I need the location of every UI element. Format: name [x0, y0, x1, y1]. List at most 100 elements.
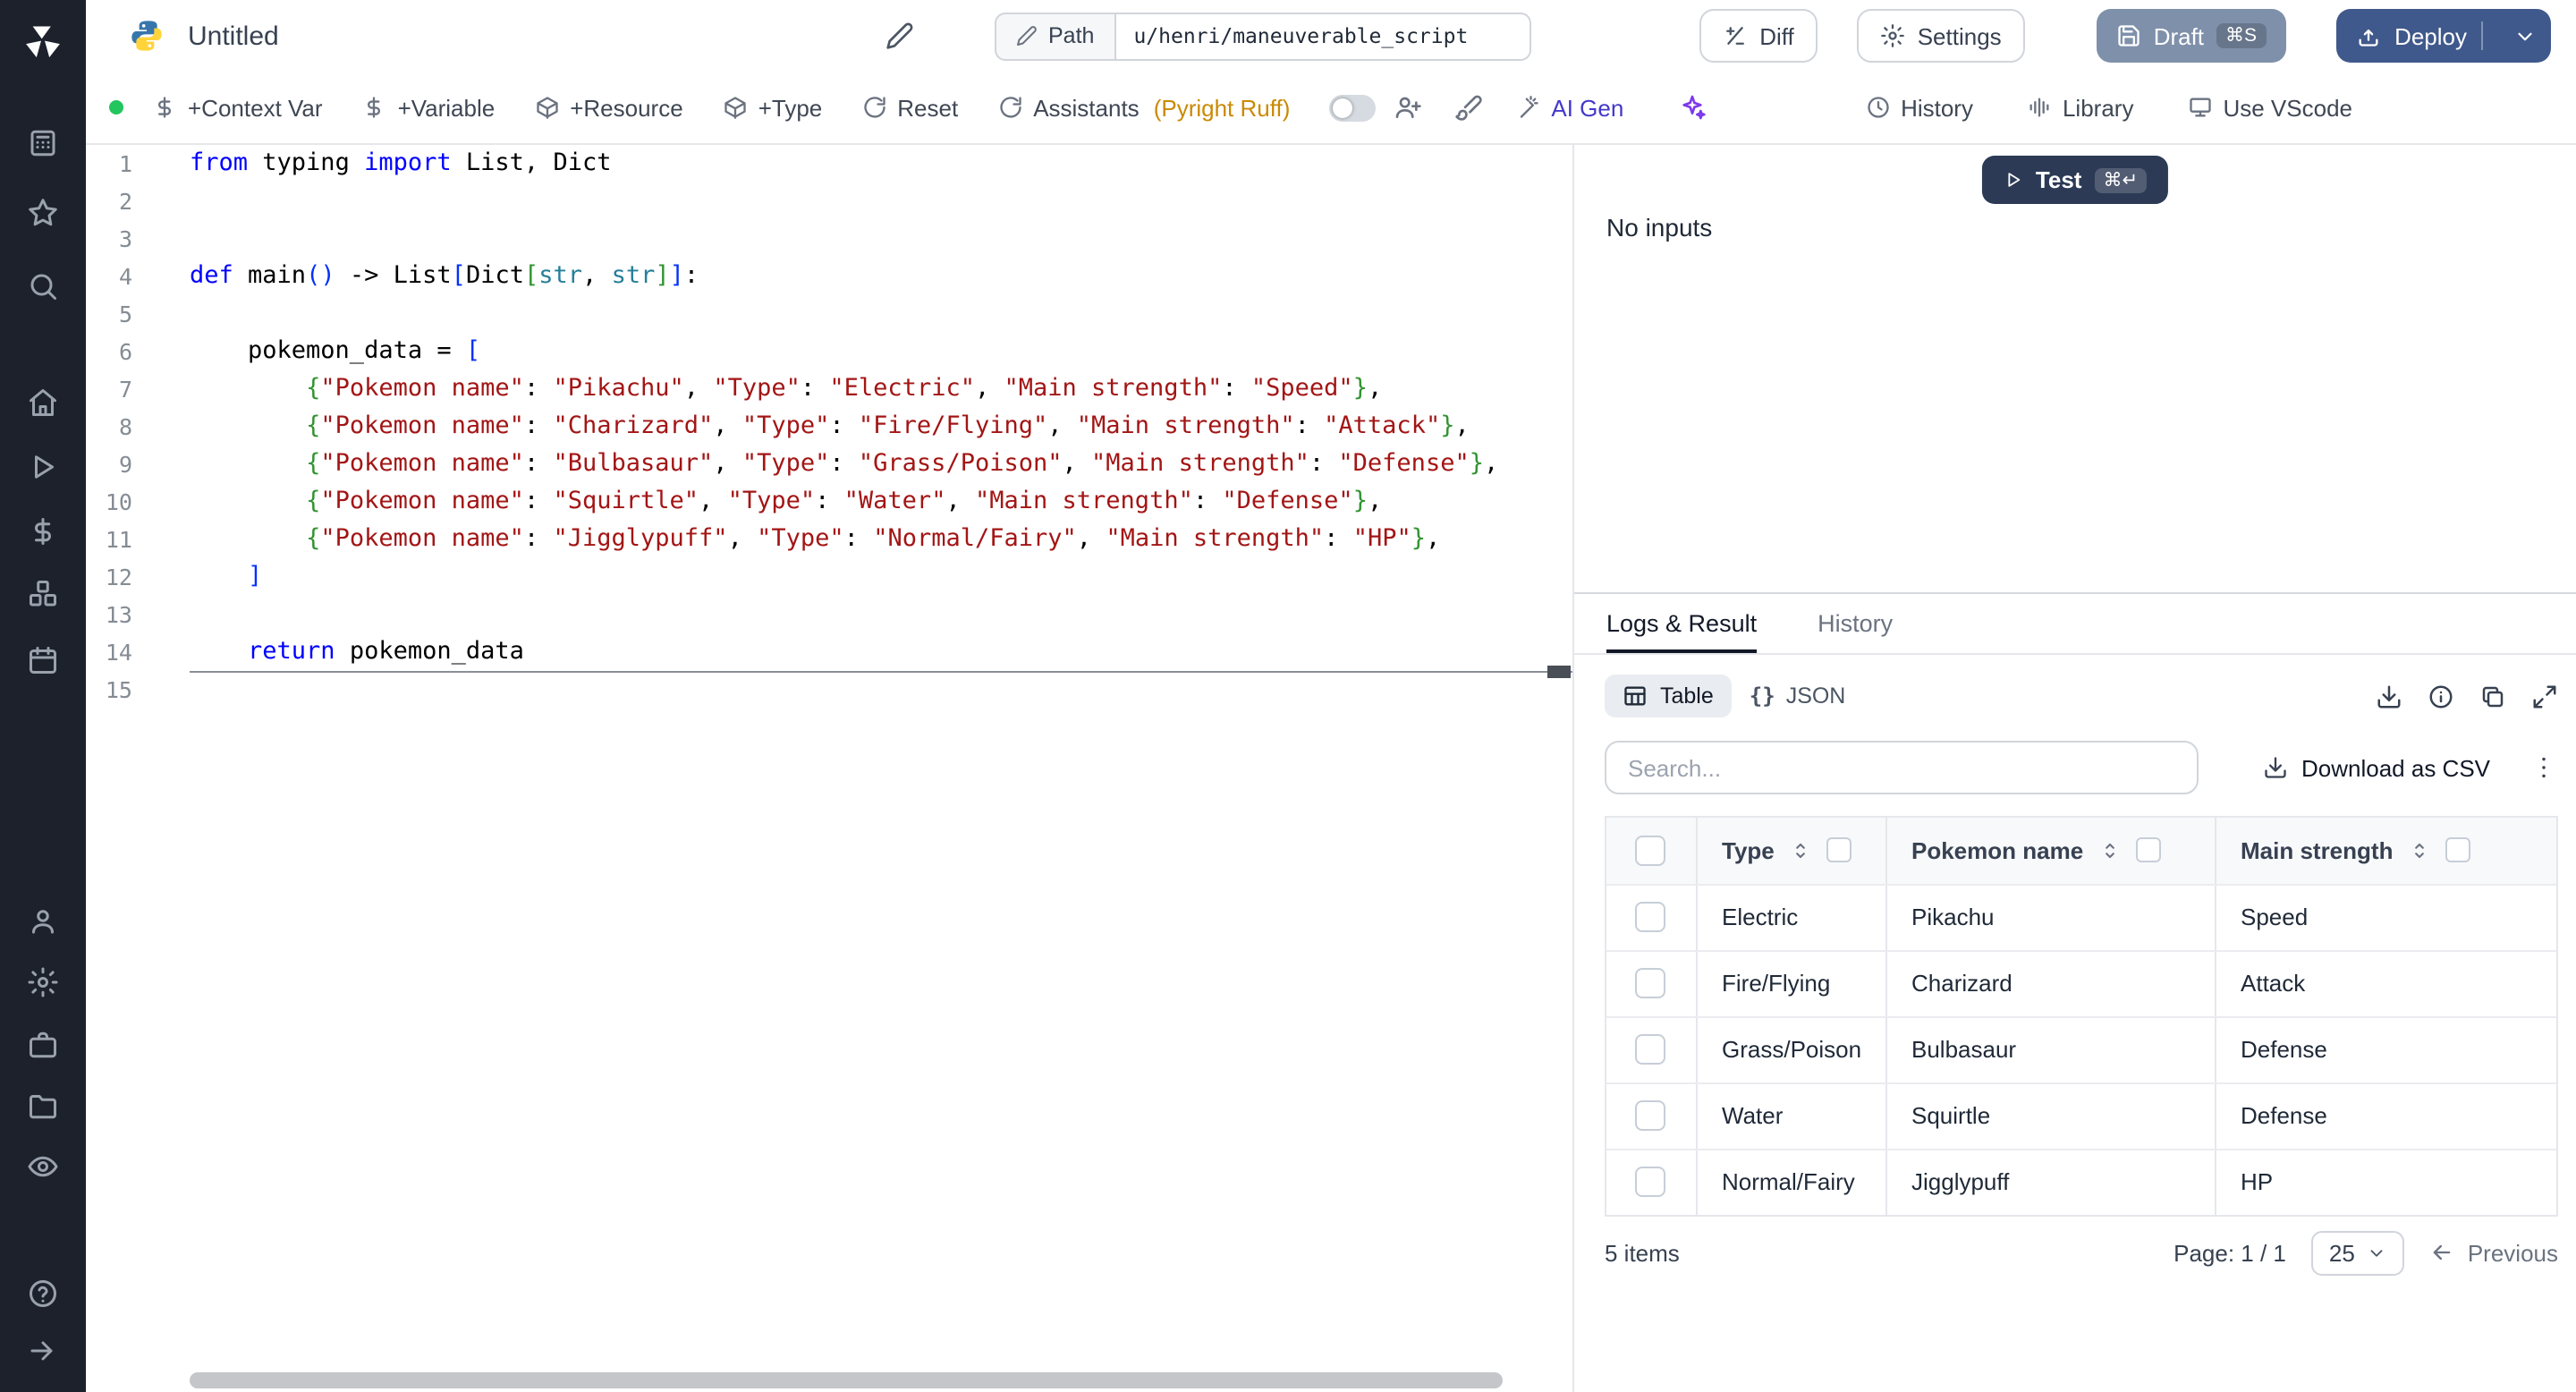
format-brush-icon[interactable] — [1454, 93, 1483, 122]
add-resource-button[interactable]: +Resource — [534, 94, 683, 121]
code-line[interactable]: 1 from typing import List, Dict — [86, 145, 1572, 182]
resources-boxes-icon[interactable] — [27, 578, 59, 610]
search-icon[interactable] — [27, 270, 59, 302]
add-type-button[interactable]: +Type — [723, 94, 822, 121]
download-csv-button[interactable]: Download as CSV — [2262, 754, 2490, 781]
select-all-checkbox[interactable] — [1635, 835, 1666, 866]
multiplayer-toggle[interactable] — [1329, 94, 1377, 121]
row-checkbox[interactable] — [1635, 902, 1666, 933]
page-indicator: Page: 1 / 1 — [2174, 1239, 2286, 1266]
path-value[interactable]: u/henri/maneuverable_script — [1115, 12, 1531, 60]
topbar: Untitled Path u/henri/maneuverable_scrip… — [86, 0, 2576, 72]
dollar-icon — [362, 95, 387, 120]
expand-sidebar-icon[interactable] — [27, 1335, 59, 1367]
column-filter-box[interactable] — [1826, 837, 1852, 863]
diff-button[interactable]: Diff — [1699, 9, 1818, 63]
home-icon[interactable] — [27, 386, 59, 419]
previous-page-button[interactable]: Previous — [2430, 1239, 2558, 1266]
table-cell: Squirtle — [1885, 1082, 2216, 1150]
line-number: 10 — [105, 488, 132, 515]
code-editor[interactable]: 1 from typing import List, Dict 2 3 4 def mai… — [86, 145, 1574, 1392]
package-icon — [723, 95, 748, 120]
chevron-down-icon — [2368, 1243, 2387, 1262]
tab-logs-result[interactable]: Logs & Result — [1606, 594, 1757, 653]
add-variable-button[interactable]: +Variable — [362, 94, 495, 121]
code-line[interactable]: 10 {"Pokemon name": "Squirtle", "Type": … — [86, 483, 1572, 521]
code-line[interactable]: 2 — [86, 182, 1572, 220]
edit-summary-pencil-icon[interactable] — [886, 21, 914, 50]
tab-history[interactable]: History — [1818, 594, 1893, 653]
sort-icon[interactable] — [2097, 839, 2121, 862]
code-line[interactable]: 11 {"Pokemon name": "Jigglypuff", "Type"… — [86, 521, 1572, 558]
code-line[interactable]: 5 — [86, 295, 1572, 333]
table-cell: Fire/Flying — [1696, 950, 1886, 1017]
help-icon[interactable] — [27, 1277, 59, 1310]
settings-button[interactable]: Settings — [1856, 9, 2025, 63]
table-view-button[interactable]: Table — [1605, 675, 1732, 717]
variables-dollar-icon[interactable] — [27, 515, 59, 547]
column-filter-box[interactable] — [2135, 837, 2161, 863]
library-button[interactable]: Library — [2027, 94, 2133, 121]
code-line[interactable]: 7 {"Pokemon name": "Pikachu", "Type": "E… — [86, 370, 1572, 408]
reset-button[interactable]: Reset — [861, 94, 958, 121]
assistants-button[interactable]: Assistants (Pyright Ruff) — [997, 94, 1290, 121]
row-checkbox[interactable] — [1635, 968, 1666, 999]
user-icon[interactable] — [27, 905, 59, 938]
history-button[interactable]: History — [1865, 94, 1973, 121]
code-line[interactable]: 12 ] — [86, 558, 1572, 596]
expand-icon[interactable] — [2531, 683, 2558, 709]
row-checkbox[interactable] — [1635, 1034, 1666, 1065]
sparkles-icon[interactable] — [1677, 93, 1706, 122]
copy-icon[interactable] — [2479, 683, 2506, 709]
row-checkbox[interactable] — [1635, 1100, 1666, 1132]
workers-briefcase-icon[interactable] — [27, 1029, 59, 1061]
vscode-button[interactable]: Use VScode — [2187, 94, 2352, 121]
code-line[interactable]: 3 — [86, 220, 1572, 258]
code-line[interactable]: 15 — [86, 671, 1572, 709]
settings-gear-icon[interactable] — [27, 966, 59, 998]
assistants-label: Assistants — [1033, 94, 1140, 121]
schedules-calendar-icon[interactable] — [27, 644, 59, 676]
line-number: 1 — [118, 150, 132, 177]
table-row: Electric Pikachu Speed — [1606, 884, 2556, 951]
add-context-var-button[interactable]: +Context Var — [152, 94, 323, 121]
column-filter-box[interactable] — [2445, 837, 2470, 863]
refresh-icon — [861, 95, 886, 120]
sort-icon[interactable] — [1789, 839, 1812, 862]
line-number: 12 — [105, 564, 132, 590]
download-result-icon[interactable] — [2376, 683, 2402, 709]
deploy-chevron[interactable] — [2497, 9, 2551, 63]
search-input[interactable] — [1605, 741, 2199, 794]
runs-play-icon[interactable] — [27, 451, 59, 483]
page-size-select[interactable]: 25 — [2310, 1230, 2405, 1275]
path-button[interactable]: Path — [995, 12, 1116, 60]
code-line[interactable]: 14 return pokemon_data — [86, 633, 1572, 671]
favorites-star-icon[interactable] — [27, 197, 59, 229]
code-line[interactable]: 6 pokemon_data = [ — [86, 333, 1572, 370]
test-button[interactable]: Test ⌘↵ — [1981, 156, 2169, 204]
code-line[interactable]: 4 def main() -> List[Dict[str, str]]: — [86, 258, 1572, 295]
folders-icon[interactable] — [27, 1090, 59, 1122]
audit-eye-icon[interactable] — [27, 1150, 59, 1183]
code-line[interactable]: 8 {"Pokemon name": "Charizard", "Type": … — [86, 408, 1572, 446]
horizontal-scrollbar[interactable] — [190, 1372, 1503, 1388]
kebab-menu-icon[interactable] — [2529, 753, 2558, 782]
invite-user-icon[interactable] — [1394, 93, 1422, 122]
info-icon[interactable] — [2428, 683, 2454, 709]
draft-button[interactable]: Draft ⌘S — [2096, 9, 2286, 63]
json-view-button[interactable]: {} JSON — [1732, 675, 1864, 717]
arrow-left-icon — [2430, 1240, 2455, 1265]
deploy-button[interactable]: Deploy — [2335, 9, 2551, 63]
table-cell: Speed — [2215, 884, 2556, 951]
braces-icon: {} — [1749, 683, 1775, 709]
code-line[interactable]: 13 — [86, 596, 1572, 633]
windmill-logo[interactable] — [23, 21, 63, 61]
row-checkbox[interactable] — [1635, 1167, 1666, 1198]
test-shortcut: ⌘↵ — [2094, 167, 2148, 192]
result-table: Type Pokemon name Main strength Electric… — [1605, 816, 2558, 1217]
sort-icon[interactable] — [2407, 839, 2430, 862]
launcher-grid-icon[interactable] — [27, 127, 59, 159]
path-pencil-icon — [1016, 25, 1038, 47]
code-line[interactable]: 9 {"Pokemon name": "Bulbasaur", "Type": … — [86, 446, 1572, 483]
ai-gen-button[interactable]: AI Gen — [1515, 94, 1623, 121]
